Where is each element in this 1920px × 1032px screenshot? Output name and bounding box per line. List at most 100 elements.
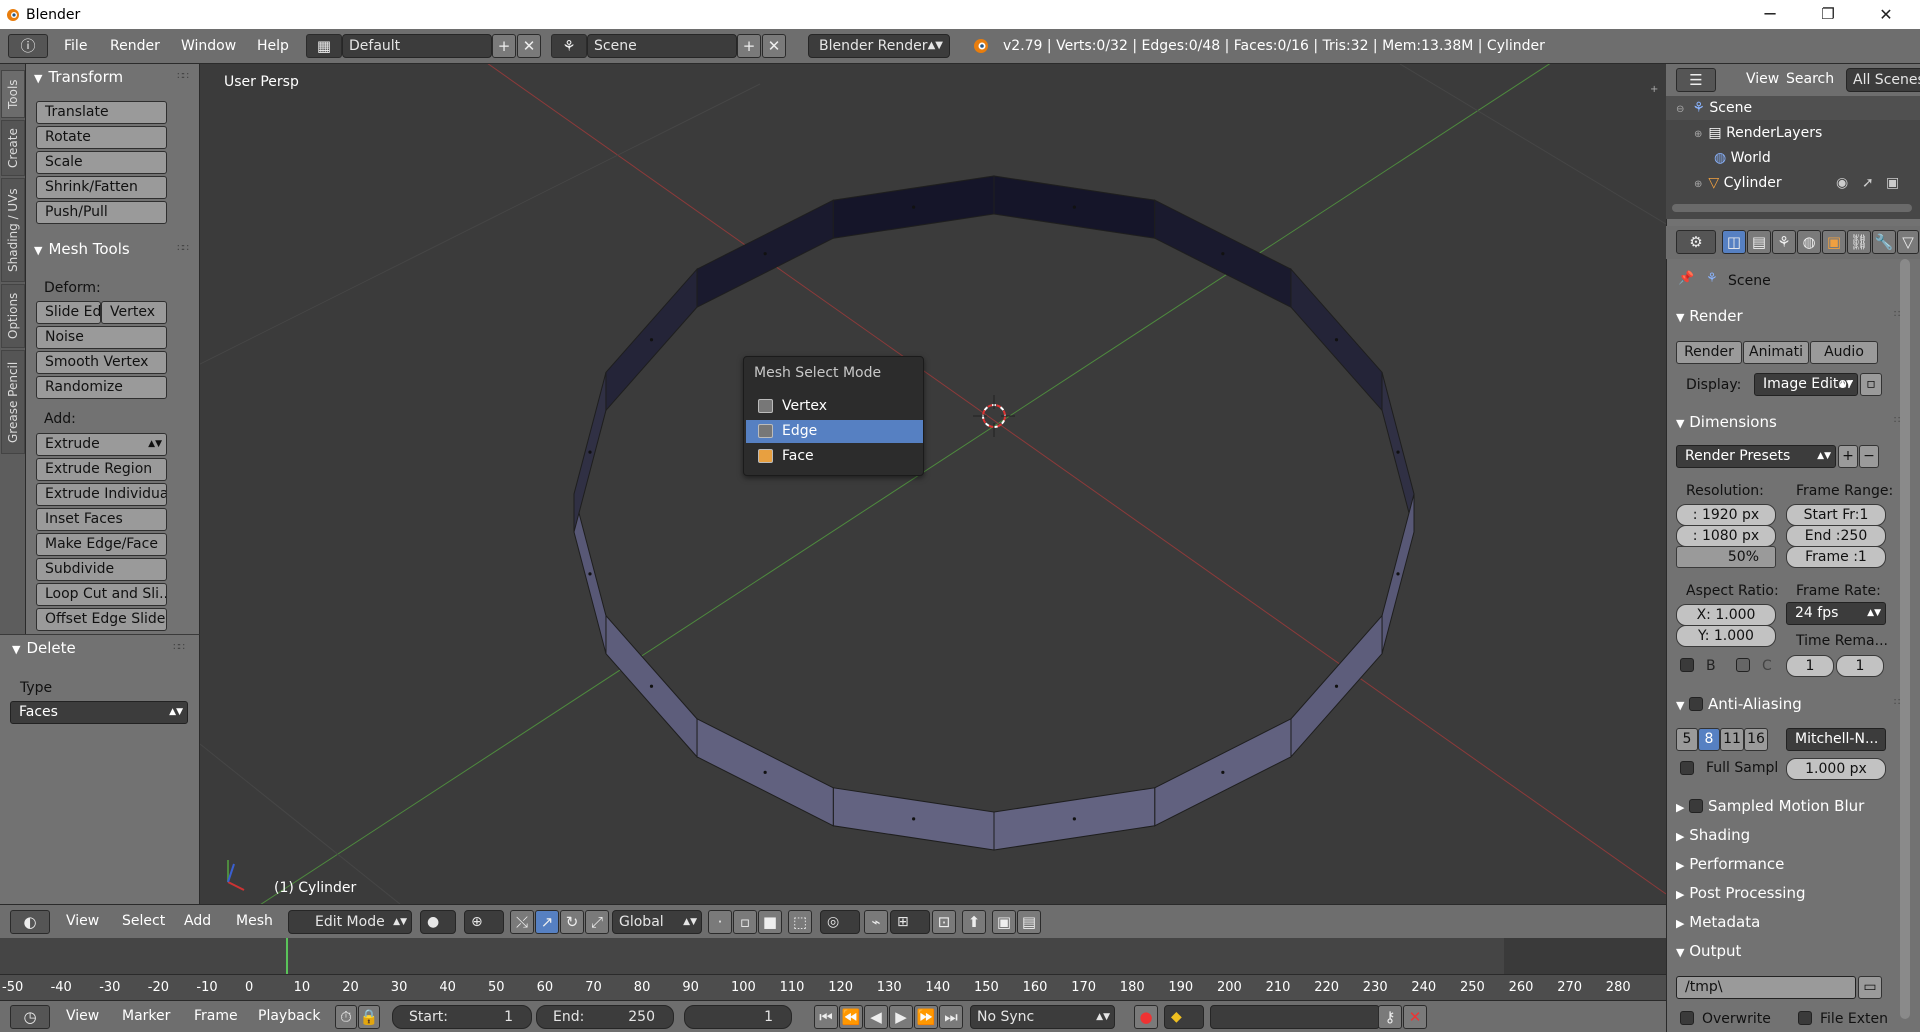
- delete-screen-icon[interactable]: ✕: [517, 34, 541, 58]
- add-scene-icon[interactable]: +: [737, 34, 761, 58]
- browse-folder-icon[interactable]: ▭: [1858, 976, 1882, 999]
- editor-type-timeline-icon[interactable]: ◷: [10, 1005, 50, 1029]
- frame-step-field[interactable]: Frame :1: [1786, 546, 1886, 568]
- smooth-vertex-button[interactable]: Smooth Vertex: [36, 351, 167, 374]
- time-remap-old-field[interactable]: 1: [1786, 655, 1834, 677]
- delete-panel-header[interactable]: ▼ Delete ∷∷: [4, 635, 194, 661]
- menu-outliner-search[interactable]: Search: [1786, 71, 1834, 87]
- menu-file[interactable]: File: [64, 38, 87, 54]
- restrict-select-cursor-icon[interactable]: ➚: [1862, 171, 1874, 195]
- anti-aliasing-checkbox[interactable]: [1689, 697, 1704, 711]
- tab-grease-pencil[interactable]: Grease Pencil: [1, 350, 25, 454]
- tab-create[interactable]: Create: [1, 120, 25, 176]
- sampled-motion-blur-panel-header[interactable]: ▶ Sampled Motion Blur: [1676, 797, 1864, 815]
- current-frame-field[interactable]: 1: [684, 1005, 792, 1029]
- aa-samples-16[interactable]: 16: [1744, 728, 1768, 751]
- frame-rate-dropdown[interactable]: 24 fps ▲▼: [1786, 602, 1886, 625]
- delete-type-dropdown[interactable]: Faces ▲▼: [10, 701, 188, 724]
- drag-grip-icon[interactable]: ∷∷: [177, 236, 189, 262]
- restrict-render-camera-icon[interactable]: ▣: [1886, 171, 1899, 195]
- select-mode-edge[interactable]: Edge: [746, 420, 923, 443]
- post-processing-panel-header[interactable]: ▶ Post Processing: [1676, 884, 1806, 902]
- render-panel-header[interactable]: ▼ Render: [1676, 307, 1743, 325]
- translate-manipulator-icon[interactable]: ↗: [535, 910, 559, 934]
- editor-type-outliner-icon[interactable]: ☰: [1676, 68, 1716, 92]
- menu-marker[interactable]: Marker: [122, 1008, 170, 1024]
- rotate-manipulator-icon[interactable]: ↻: [560, 910, 584, 934]
- metadata-panel-header[interactable]: ▶ Metadata: [1676, 913, 1760, 931]
- shrink-fatten-button[interactable]: Shrink/Fatten: [36, 176, 167, 199]
- noise-button[interactable]: Noise: [36, 326, 167, 349]
- scale-manipulator-icon[interactable]: ⤢: [585, 910, 609, 934]
- anti-aliasing-panel-header[interactable]: ▼ Anti-Aliasing: [1676, 695, 1802, 713]
- extrude-dropdown[interactable]: Extrude ▲▼: [36, 433, 167, 456]
- file-extensions-checkbox[interactable]: [1798, 1011, 1812, 1025]
- tab-shading-uvs[interactable]: Shading / UVs: [1, 178, 25, 282]
- proportional-edit-dropdown[interactable]: ◎: [820, 910, 860, 934]
- drag-grip-icon[interactable]: ∷∷: [173, 635, 185, 661]
- viewport-shading-dropdown[interactable]: ●: [420, 910, 456, 934]
- time-remap-new-field[interactable]: 1: [1836, 655, 1884, 677]
- border-checkbox[interactable]: [1680, 658, 1694, 672]
- select-mode-face[interactable]: Face: [746, 445, 923, 468]
- add-preset-icon[interactable]: +: [1838, 445, 1858, 468]
- lock-range-icon[interactable]: 🔒: [358, 1005, 380, 1029]
- filter-size-field[interactable]: 1.000 px: [1786, 758, 1886, 780]
- slide-edge-button[interactable]: Slide Ed: [36, 301, 101, 324]
- motion-blur-checkbox[interactable]: [1689, 799, 1704, 813]
- snap-toggle-icon[interactable]: ⌁: [864, 910, 888, 934]
- restrict-visibility-eye-icon[interactable]: ◉: [1836, 171, 1848, 195]
- pivot-point-dropdown[interactable]: ⊕: [464, 910, 504, 934]
- opengl-render-icon[interactable]: ▣: [992, 910, 1016, 934]
- outliner-item-scene[interactable]: ⊖ ⚘ Scene: [1666, 96, 1920, 120]
- end-frame-field[interactable]: End: 250: [536, 1005, 674, 1029]
- constraints-tab-icon[interactable]: ⛓: [1847, 230, 1871, 254]
- face-select-mode-icon[interactable]: ■: [758, 910, 782, 934]
- outliner-item-cylinder[interactable]: ⊕ ▽ Cylinder ◉ ➚ ▣: [1666, 171, 1920, 195]
- aspect-x-field[interactable]: X: 1.000: [1676, 604, 1776, 626]
- timeline-ruler[interactable]: -50 -40 -30 -20 -10 0 10 20 30 40 50 60 70 80 90 100 110…: [0, 974, 1666, 1000]
- performance-panel-header[interactable]: ▶ Performance: [1676, 855, 1784, 873]
- menu-add[interactable]: Add: [184, 913, 211, 929]
- minimize-button[interactable]: ─: [1741, 0, 1799, 29]
- properties-scrollbar[interactable]: [1900, 259, 1910, 1019]
- remove-preset-icon[interactable]: −: [1859, 445, 1879, 468]
- offset-edge-slide-button[interactable]: Offset Edge Slide: [36, 608, 167, 631]
- 3d-viewport[interactable]: User Persp (1) Cylinder +: [200, 64, 1666, 904]
- edge-select-mode-icon[interactable]: ▫: [733, 910, 757, 934]
- scene-tab-icon[interactable]: ⚘: [1772, 230, 1796, 254]
- menu-timeline-view[interactable]: View: [66, 1008, 99, 1024]
- menu-outliner-view[interactable]: View: [1746, 71, 1779, 87]
- play-reverse-icon[interactable]: ◀: [864, 1005, 888, 1029]
- output-panel-header[interactable]: ▼ Output: [1676, 942, 1741, 960]
- tab-tools[interactable]: Tools: [1, 70, 25, 118]
- menu-select[interactable]: Select: [122, 913, 165, 929]
- dimensions-panel-header[interactable]: ▼ Dimensions: [1676, 413, 1777, 431]
- render-tab-icon[interactable]: ◫: [1722, 230, 1746, 254]
- resolution-x-field[interactable]: : 1920 px: [1676, 504, 1776, 526]
- render-still-button[interactable]: Render: [1676, 341, 1742, 364]
- menu-window[interactable]: Window: [181, 38, 236, 54]
- collapse-icon[interactable]: ⊖: [1676, 104, 1684, 115]
- loop-cut-button[interactable]: Loop Cut and Sli...: [36, 583, 167, 606]
- vertex-slide-button[interactable]: Vertex: [101, 301, 167, 324]
- select-mode-vertex[interactable]: Vertex: [746, 395, 923, 418]
- render-lock-icon[interactable]: ▫: [1860, 373, 1882, 396]
- rotate-button[interactable]: Rotate: [36, 126, 167, 149]
- crop-checkbox[interactable]: [1736, 658, 1750, 672]
- display-dropdown[interactable]: Image Editor ▲▼: [1754, 373, 1858, 396]
- menu-frame[interactable]: Frame: [194, 1008, 238, 1024]
- delete-scene-icon[interactable]: ✕: [762, 34, 786, 58]
- play-icon[interactable]: ▶: [889, 1005, 913, 1029]
- resolution-percentage-slider[interactable]: 50%: [1676, 546, 1776, 568]
- vertex-select-mode-icon[interactable]: ·: [708, 910, 732, 934]
- scale-button[interactable]: Scale: [36, 151, 167, 174]
- mesh-tools-panel-header[interactable]: ▼ Mesh Tools ∷∷: [26, 236, 198, 262]
- display-mode-dropdown[interactable]: All Scenes: [1846, 68, 1920, 92]
- render-layers-tab-icon[interactable]: ▤: [1747, 230, 1771, 254]
- tab-options[interactable]: Options: [1, 284, 25, 348]
- transform-panel-header[interactable]: ▼ Transform ∷∷: [26, 64, 198, 90]
- properties-toggle-icon[interactable]: +: [1650, 84, 1658, 95]
- limit-selection-icon[interactable]: ⬚: [788, 910, 812, 934]
- screen-layout-icon[interactable]: ▦: [306, 34, 342, 58]
